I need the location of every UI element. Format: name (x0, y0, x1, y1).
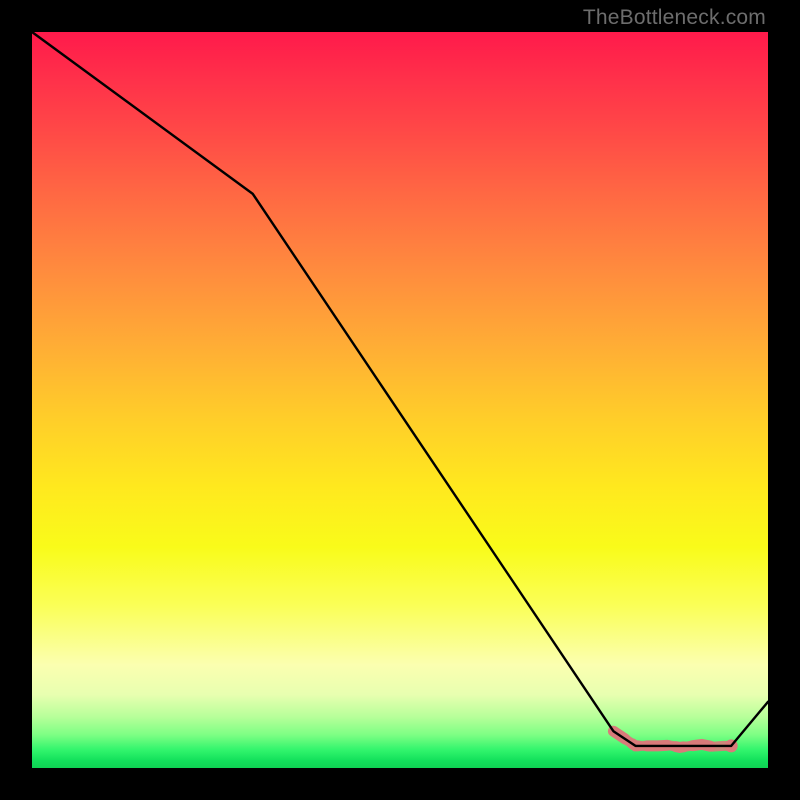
highlight-band (613, 731, 737, 752)
plot-area (32, 32, 768, 768)
bottleneck-curve (32, 32, 768, 746)
watermark-text: TheBottleneck.com (583, 6, 766, 30)
curve-layer (32, 32, 768, 768)
chart-stage: TheBottleneck.com (0, 0, 800, 800)
